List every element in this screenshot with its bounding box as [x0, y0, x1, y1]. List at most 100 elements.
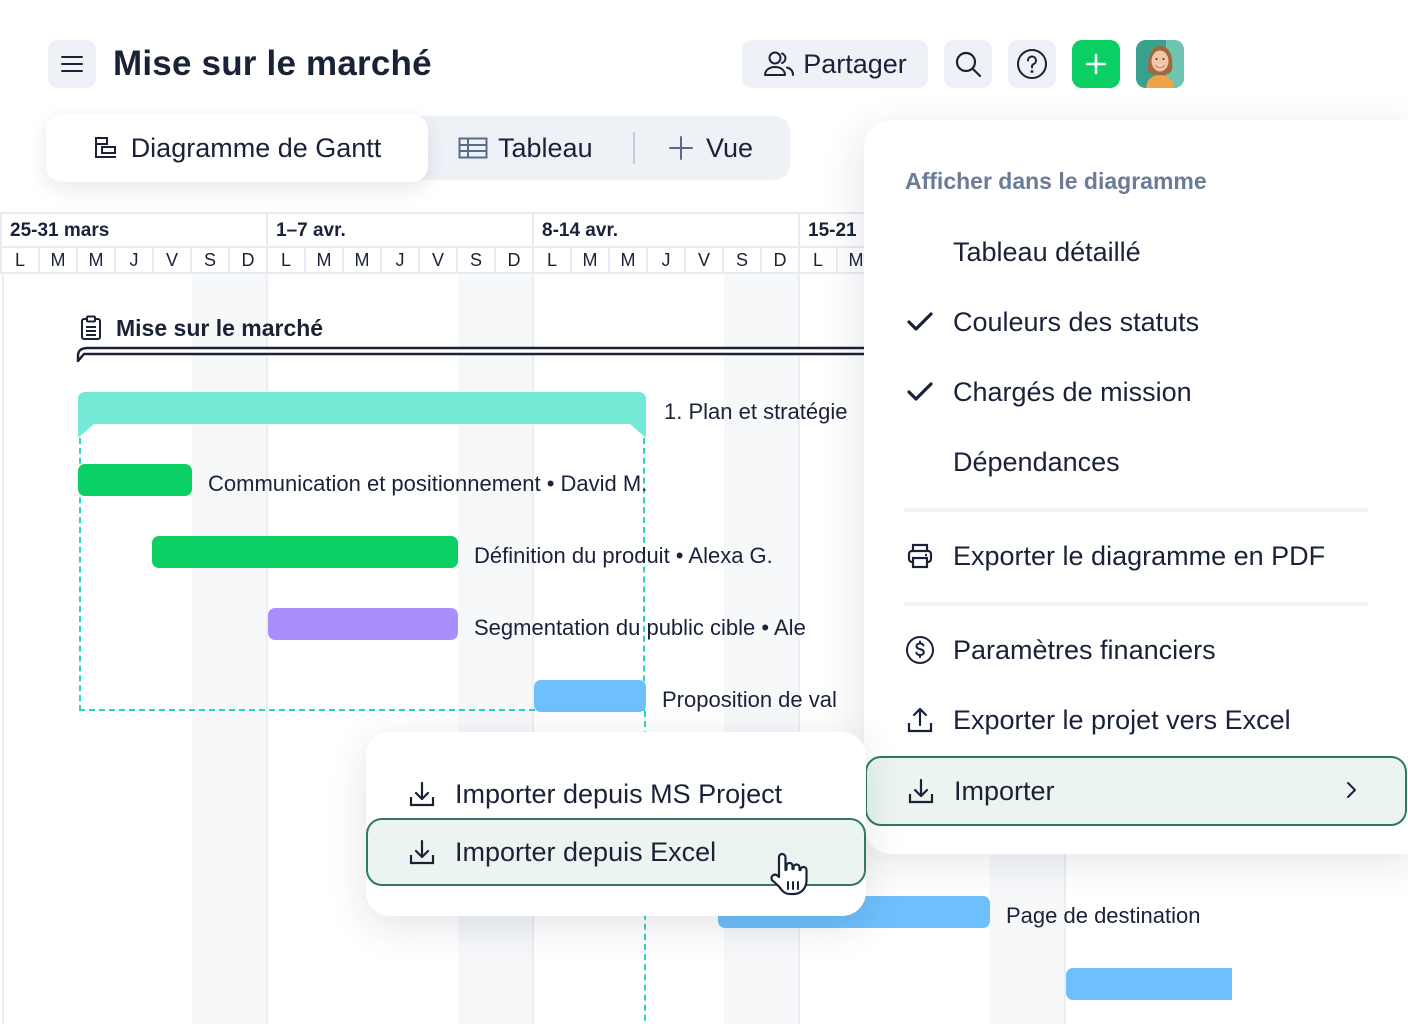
- day-header: L: [266, 248, 304, 272]
- submenu-item-label: Importer depuis Excel: [455, 836, 717, 867]
- menu-item-financial-settings[interactable]: Paramètres financiers: [864, 618, 1408, 682]
- menu-section-heading: Afficher dans le diagramme: [905, 168, 1207, 194]
- task-label: Segmentation du public cible • Ale: [474, 615, 806, 640]
- menu-item-export-pdf[interactable]: Exporter le diagramme en PDF: [864, 524, 1408, 588]
- day-header: J: [380, 248, 418, 272]
- day-header: S: [722, 248, 760, 272]
- task-label: Définition du produit • Alexa G.: [474, 543, 773, 568]
- menu-item-detailed-table[interactable]: Tableau détaillé: [864, 220, 1408, 284]
- day-header: L: [798, 248, 836, 272]
- printer-icon: [904, 540, 936, 572]
- day-header: D: [228, 248, 266, 272]
- menu-item-label: Tableau détaillé: [953, 236, 1141, 267]
- tab-divider: [633, 132, 635, 164]
- project-summary-bar: [76, 346, 896, 362]
- menu-item-label: Paramètres financiers: [953, 634, 1216, 665]
- day-header: S: [190, 248, 228, 272]
- day-header: L: [0, 248, 38, 272]
- help-icon: [1017, 49, 1047, 79]
- share-label: Partager: [803, 48, 907, 79]
- chevron-right-icon: [1345, 776, 1359, 807]
- day-header: S: [456, 248, 494, 272]
- help-button[interactable]: [1008, 40, 1056, 88]
- check-icon: [904, 376, 936, 408]
- plus-icon: [669, 136, 693, 160]
- user-avatar[interactable]: [1136, 40, 1184, 88]
- add-view-button[interactable]: Vue: [668, 116, 753, 180]
- tab-table[interactable]: Tableau: [458, 116, 593, 180]
- search-icon: [955, 51, 982, 78]
- menu-item-label: Importer: [954, 775, 1055, 806]
- menu-item-dependencies[interactable]: Dépendances: [864, 430, 1408, 494]
- user-avatar-image: [1136, 40, 1184, 88]
- download-icon: [406, 836, 438, 868]
- project-summary-label[interactable]: Mise sur le marché: [80, 312, 323, 344]
- week-header: 25-31 mars: [0, 214, 266, 246]
- phase-bar[interactable]: [78, 392, 646, 424]
- task-bar[interactable]: [1066, 968, 1232, 1000]
- day-header: D: [494, 248, 532, 272]
- task-label: Proposition de val: [662, 687, 837, 712]
- menu-button[interactable]: [48, 40, 96, 88]
- add-view-label: Vue: [706, 132, 754, 163]
- download-icon: [406, 778, 438, 810]
- menu-item-assignees[interactable]: Chargés de mission: [864, 360, 1408, 424]
- menu-item-label: Exporter le projet vers Excel: [953, 704, 1291, 735]
- day-header: J: [646, 248, 684, 272]
- task-bar[interactable]: [152, 536, 458, 568]
- search-button[interactable]: [944, 40, 992, 88]
- hand-cursor-icon: [770, 852, 808, 896]
- clipboard-icon: [81, 315, 101, 340]
- day-header: M: [342, 248, 380, 272]
- day-header: L: [532, 248, 570, 272]
- task-label: Page de destination: [1006, 903, 1201, 928]
- week-header: 1–7 avr.: [266, 214, 532, 246]
- gantt-icon: [94, 137, 116, 158]
- phase-bar-cap-right: [630, 424, 646, 438]
- day-header: V: [418, 248, 456, 272]
- menu-item-label: Exporter le diagramme en PDF: [953, 540, 1326, 571]
- tab-gantt[interactable]: Diagramme de Gantt: [46, 114, 428, 182]
- menu-item-status-colors[interactable]: Couleurs des statuts: [864, 290, 1408, 354]
- day-header: D: [760, 248, 798, 272]
- submenu-item-label: Importer depuis MS Project: [455, 778, 783, 809]
- day-header: M: [304, 248, 342, 272]
- menu-divider: [904, 508, 1368, 512]
- upload-icon: [904, 704, 936, 736]
- task-bar[interactable]: [534, 680, 646, 712]
- gantt-options-menu: Afficher dans le diagramme Tableau détai…: [864, 120, 1408, 854]
- table-icon: [458, 137, 488, 159]
- check-icon: [904, 306, 936, 338]
- day-header: V: [684, 248, 722, 272]
- project-name: Mise sur le marché: [116, 314, 324, 341]
- menu-item-label: Chargés de mission: [953, 376, 1192, 407]
- add-button[interactable]: [1072, 40, 1120, 88]
- tab-gantt-label: Diagramme de Gantt: [130, 132, 382, 163]
- task-bar[interactable]: [268, 608, 458, 640]
- day-header: V: [152, 248, 190, 272]
- plus-icon: [1085, 53, 1107, 75]
- page-title: Mise sur le marché: [113, 44, 432, 83]
- phase-bar-cap-left: [78, 424, 94, 438]
- download-icon: [905, 775, 937, 807]
- menu-divider: [904, 602, 1368, 606]
- menu-icon: [61, 56, 83, 72]
- share-button[interactable]: Partager: [742, 40, 928, 88]
- week-header: 8-14 avr.: [532, 214, 798, 246]
- task-label: Communication et positionnement • David …: [208, 471, 648, 496]
- week-divider: [2, 274, 4, 1024]
- day-header: M: [38, 248, 76, 272]
- day-header: J: [114, 248, 152, 272]
- menu-item-export-excel[interactable]: Exporter le projet vers Excel: [864, 688, 1408, 752]
- dollar-circle-icon: [904, 634, 936, 666]
- menu-item-import[interactable]: Importer: [865, 756, 1407, 826]
- phase-label: 1. Plan et stratégie: [664, 399, 848, 424]
- day-header: M: [570, 248, 608, 272]
- tab-table-label: Tableau: [498, 132, 593, 163]
- day-header: M: [76, 248, 114, 272]
- menu-item-label: Dépendances: [953, 446, 1120, 477]
- task-bar[interactable]: [78, 464, 192, 496]
- menu-item-label: Couleurs des statuts: [953, 306, 1200, 337]
- day-header: M: [608, 248, 646, 272]
- users-icon: [764, 51, 795, 76]
